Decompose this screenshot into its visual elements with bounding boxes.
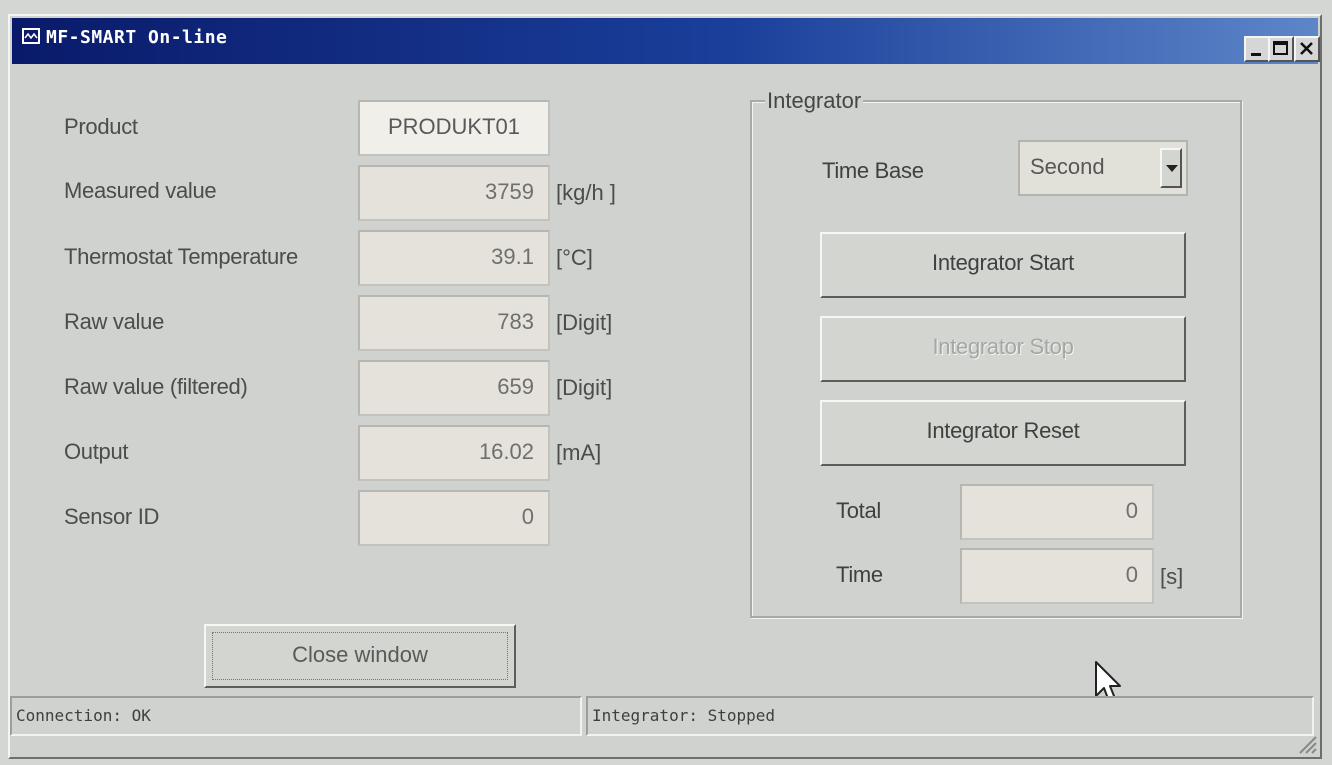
app-icon: [22, 28, 40, 44]
output-label: Output: [64, 439, 129, 464]
thermostat-temperature-unit: [°C]: [556, 245, 593, 270]
minimize-button[interactable]: [1244, 36, 1270, 62]
resize-grip-icon[interactable]: [1294, 731, 1318, 755]
close-window-x-button[interactable]: [1294, 36, 1320, 62]
thermostat-temperature-label: Thermostat Temperature: [64, 244, 298, 269]
product-label: Product: [64, 114, 138, 139]
integrator-reset-button[interactable]: Integrator Reset: [820, 400, 1186, 466]
measured-value-field[interactable]: 3759: [358, 165, 550, 221]
total-label: Total: [836, 498, 881, 523]
raw-value-field[interactable]: 783: [358, 295, 550, 351]
output-unit: [mA]: [556, 440, 602, 465]
thermostat-temperature-field[interactable]: 39.1: [358, 230, 550, 286]
raw-value-label: Raw value: [64, 309, 165, 334]
time-unit: [s]: [1160, 564, 1184, 589]
measured-value-unit: [kg/h ]: [556, 180, 616, 205]
time-base-label: Time Base: [822, 158, 924, 183]
close-icon: [1300, 42, 1313, 55]
raw-value-unit: [Digit]: [556, 310, 613, 335]
total-field[interactable]: 0: [960, 484, 1154, 540]
sensor-id-label: Sensor ID: [64, 504, 160, 529]
sensor-id-field[interactable]: 0: [358, 490, 550, 546]
dropdown-arrow-icon[interactable]: [1160, 148, 1182, 188]
time-base-value: Second: [1030, 154, 1105, 179]
maximize-icon: [1273, 41, 1288, 55]
close-window-label: Close window: [292, 642, 428, 667]
minimize-icon: [1251, 53, 1261, 56]
raw-value-filtered-label: Raw value (filtered): [64, 374, 248, 399]
integrator-stop-button[interactable]: Integrator Stop: [820, 316, 1186, 382]
time-field[interactable]: 0: [960, 548, 1154, 604]
time-base-select[interactable]: Second: [1018, 140, 1188, 196]
output-field[interactable]: 16.02: [358, 425, 550, 481]
integrator-group-title: Integrator: [765, 88, 864, 114]
raw-value-filtered-field[interactable]: 659: [358, 360, 550, 416]
time-label: Time: [836, 562, 883, 587]
integrator-start-button[interactable]: Integrator Start: [820, 232, 1186, 298]
measured-value-label: Measured value: [64, 178, 217, 203]
status-connection: Connection: OK: [10, 696, 582, 736]
status-integrator: Integrator: Stopped: [586, 696, 1314, 736]
raw-value-filtered-unit: [Digit]: [556, 375, 613, 400]
window-title: MF-SMART On-line: [46, 27, 228, 48]
product-field[interactable]: PRODUKT01: [358, 100, 550, 156]
title-bar[interactable]: MF-SMART On-line: [12, 18, 1320, 64]
maximize-button[interactable]: [1268, 36, 1294, 62]
close-window-button[interactable]: Close window: [204, 624, 516, 688]
